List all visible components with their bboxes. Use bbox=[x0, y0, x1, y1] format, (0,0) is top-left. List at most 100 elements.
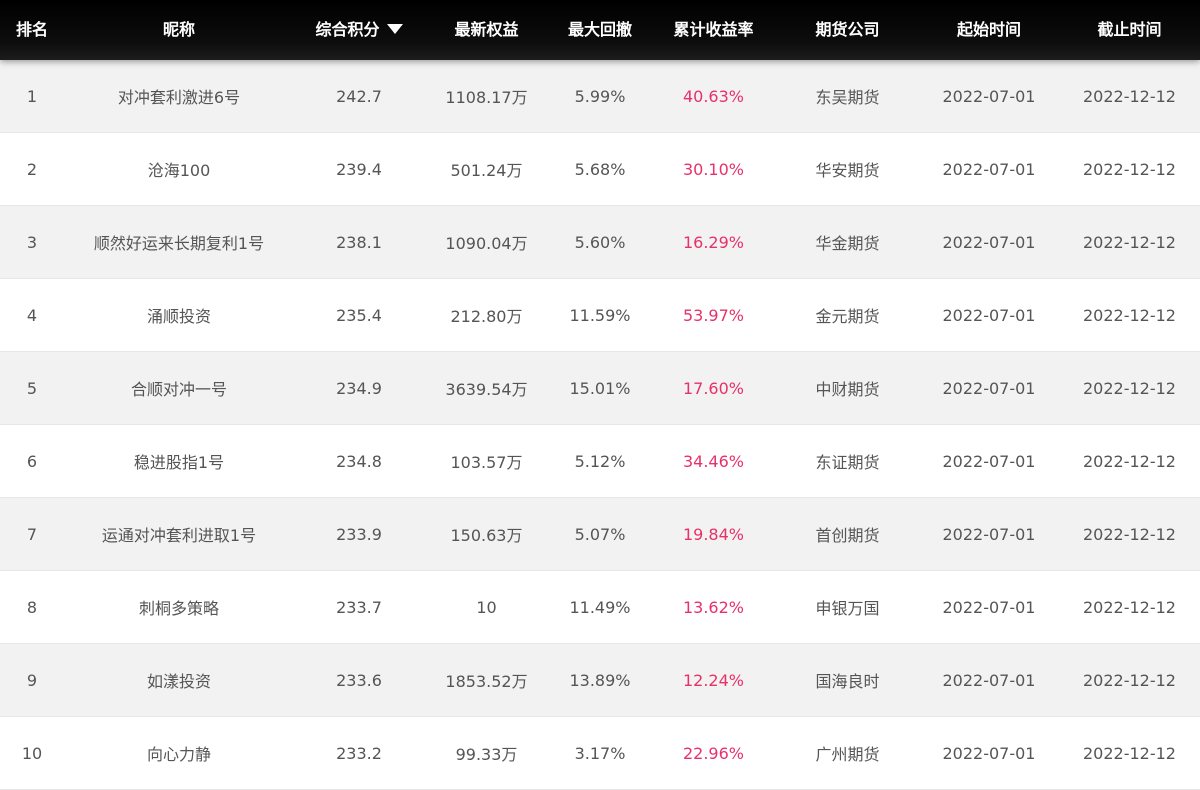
equity-cell: 99.33万 bbox=[455, 745, 518, 764]
nickname-cell[interactable]: 如漾投资 bbox=[64, 668, 294, 692]
table-row[interactable]: 2 沧海100 239.4 501.24万 5.68% 30.10% 华安期货 … bbox=[0, 133, 1200, 206]
table-row[interactable]: 7 运通对冲套利进取1号 233.9 150.63万 5.07% 19.84% … bbox=[0, 498, 1200, 571]
rank-cell: 1 bbox=[26, 86, 38, 106]
end-time-cell: 2022-12-12 bbox=[1083, 670, 1176, 690]
score-cell: 235.4 bbox=[336, 305, 382, 325]
table-row[interactable]: 10 向心力静 233.2 99.33万 3.17% 22.96% 广州期货 2… bbox=[0, 717, 1200, 790]
ranking-table: 排名 昵称 综合积分 最新权益 最大回撤 累计收益率 期货公司 起始时间 截止时… bbox=[0, 0, 1200, 790]
start-time-cell: 2022-07-01 bbox=[942, 86, 1036, 106]
rank-cell: 2 bbox=[26, 159, 38, 179]
equity-cell: 212.80万 bbox=[450, 307, 523, 326]
nickname-cell[interactable]: 沧海100 bbox=[64, 157, 294, 181]
equity-cell: 10 bbox=[476, 597, 497, 617]
start-time-cell: 2022-07-01 bbox=[942, 305, 1036, 325]
table-row[interactable]: 5 合顺对冲一号 234.9 3639.54万 15.01% 17.60% 中财… bbox=[0, 352, 1200, 425]
nickname-cell[interactable]: 合顺对冲一号 bbox=[64, 376, 294, 400]
start-time-cell: 2022-07-01 bbox=[942, 524, 1036, 544]
broker-cell: 国海良时 bbox=[815, 672, 880, 691]
table-row[interactable]: 6 稳进股指1号 234.8 103.57万 5.12% 34.46% 东证期货… bbox=[0, 425, 1200, 498]
nickname-cell[interactable]: 稳进股指1号 bbox=[64, 449, 294, 473]
score-cell: 234.9 bbox=[336, 378, 382, 398]
header-score-label: 综合积分 bbox=[315, 20, 380, 39]
broker-cell: 东证期货 bbox=[815, 453, 880, 472]
score-cell: 239.4 bbox=[336, 159, 382, 179]
end-time-cell: 2022-12-12 bbox=[1083, 597, 1176, 617]
broker-cell: 华安期货 bbox=[815, 161, 880, 180]
nickname-cell[interactable]: 对冲套利激进6号 bbox=[64, 84, 294, 108]
broker-cell: 中财期货 bbox=[815, 380, 880, 399]
return-cell: 53.97% bbox=[682, 305, 744, 325]
caret-down-icon[interactable] bbox=[386, 24, 403, 34]
nickname-cell[interactable]: 顺然好运来长期复利1号 bbox=[64, 230, 294, 254]
table-row[interactable]: 8 刺桐多策略 233.7 10 11.49% 13.62% 申银万国 2022… bbox=[0, 571, 1200, 644]
score-cell: 234.8 bbox=[336, 451, 382, 471]
return-cell: 16.29% bbox=[682, 232, 744, 252]
rank-cell: 9 bbox=[26, 670, 38, 690]
return-cell: 34.46% bbox=[682, 451, 744, 471]
start-time-cell: 2022-07-01 bbox=[942, 451, 1036, 471]
header-equity[interactable]: 最新权益 bbox=[424, 0, 549, 60]
rank-cell: 4 bbox=[26, 305, 38, 325]
rank-cell: 6 bbox=[26, 451, 38, 471]
broker-cell: 金元期货 bbox=[815, 307, 880, 326]
nickname-cell[interactable]: 涌顺投资 bbox=[64, 303, 294, 327]
header-return[interactable]: 累计收益率 bbox=[651, 0, 776, 60]
score-cell: 233.6 bbox=[336, 670, 382, 690]
rank-cell: 5 bbox=[26, 378, 38, 398]
table-row[interactable]: 1 对冲套利激进6号 242.7 1108.17万 5.99% 40.63% 东… bbox=[0, 60, 1200, 133]
drawdown-cell: 13.89% bbox=[569, 670, 631, 690]
header-drawdown[interactable]: 最大回撤 bbox=[549, 0, 651, 60]
end-time-cell: 2022-12-12 bbox=[1083, 378, 1176, 398]
end-time-cell: 2022-12-12 bbox=[1083, 232, 1176, 252]
start-time-cell: 2022-07-01 bbox=[942, 743, 1036, 763]
drawdown-cell: 5.60% bbox=[574, 232, 626, 252]
end-time-cell: 2022-12-12 bbox=[1083, 305, 1176, 325]
return-cell: 12.24% bbox=[682, 670, 744, 690]
equity-cell: 1090.04万 bbox=[445, 234, 528, 253]
rank-cell: 7 bbox=[26, 524, 38, 544]
equity-cell: 1108.17万 bbox=[445, 88, 528, 107]
equity-cell: 150.63万 bbox=[450, 526, 523, 545]
score-cell: 238.1 bbox=[336, 232, 382, 252]
return-cell: 30.10% bbox=[682, 159, 744, 179]
header-score-sortable[interactable]: 综合积分 bbox=[294, 0, 424, 60]
return-cell: 19.84% bbox=[682, 524, 744, 544]
equity-cell: 501.24万 bbox=[450, 161, 523, 180]
rank-cell: 3 bbox=[26, 232, 38, 252]
drawdown-cell: 3.17% bbox=[574, 743, 626, 763]
broker-cell: 申银万国 bbox=[815, 599, 880, 618]
end-time-cell: 2022-12-12 bbox=[1083, 86, 1176, 106]
drawdown-cell: 5.99% bbox=[574, 86, 626, 106]
drawdown-cell: 5.68% bbox=[574, 159, 626, 179]
table-row[interactable]: 3 顺然好运来长期复利1号 238.1 1090.04万 5.60% 16.29… bbox=[0, 206, 1200, 279]
header-start-time[interactable]: 起始时间 bbox=[919, 0, 1059, 60]
nickname-cell[interactable]: 向心力静 bbox=[64, 741, 294, 765]
drawdown-cell: 5.07% bbox=[574, 524, 626, 544]
broker-cell: 广州期货 bbox=[815, 745, 880, 764]
score-cell: 242.7 bbox=[336, 86, 382, 106]
equity-cell: 1853.52万 bbox=[445, 672, 528, 691]
return-cell: 13.62% bbox=[682, 597, 744, 617]
start-time-cell: 2022-07-01 bbox=[942, 378, 1036, 398]
nickname-cell[interactable]: 运通对冲套利进取1号 bbox=[64, 522, 294, 546]
header-end-time[interactable]: 截止时间 bbox=[1059, 0, 1200, 60]
table-row[interactable]: 4 涌顺投资 235.4 212.80万 11.59% 53.97% 金元期货 … bbox=[0, 279, 1200, 352]
score-cell: 233.7 bbox=[336, 597, 382, 617]
start-time-cell: 2022-07-01 bbox=[942, 670, 1036, 690]
equity-cell: 103.57万 bbox=[450, 453, 523, 472]
header-broker[interactable]: 期货公司 bbox=[776, 0, 919, 60]
nickname-cell[interactable]: 刺桐多策略 bbox=[64, 595, 294, 619]
rank-cell: 10 bbox=[21, 743, 43, 763]
header-rank[interactable]: 排名 bbox=[0, 0, 64, 60]
start-time-cell: 2022-07-01 bbox=[942, 232, 1036, 252]
return-cell: 17.60% bbox=[682, 378, 744, 398]
score-cell: 233.2 bbox=[336, 743, 382, 763]
header-name[interactable]: 昵称 bbox=[64, 0, 294, 60]
end-time-cell: 2022-12-12 bbox=[1083, 159, 1176, 179]
table-row[interactable]: 9 如漾投资 233.6 1853.52万 13.89% 12.24% 国海良时… bbox=[0, 644, 1200, 717]
start-time-cell: 2022-07-01 bbox=[942, 597, 1036, 617]
end-time-cell: 2022-12-12 bbox=[1083, 524, 1176, 544]
return-cell: 40.63% bbox=[682, 86, 744, 106]
drawdown-cell: 15.01% bbox=[569, 378, 631, 398]
rank-cell: 8 bbox=[26, 597, 38, 617]
